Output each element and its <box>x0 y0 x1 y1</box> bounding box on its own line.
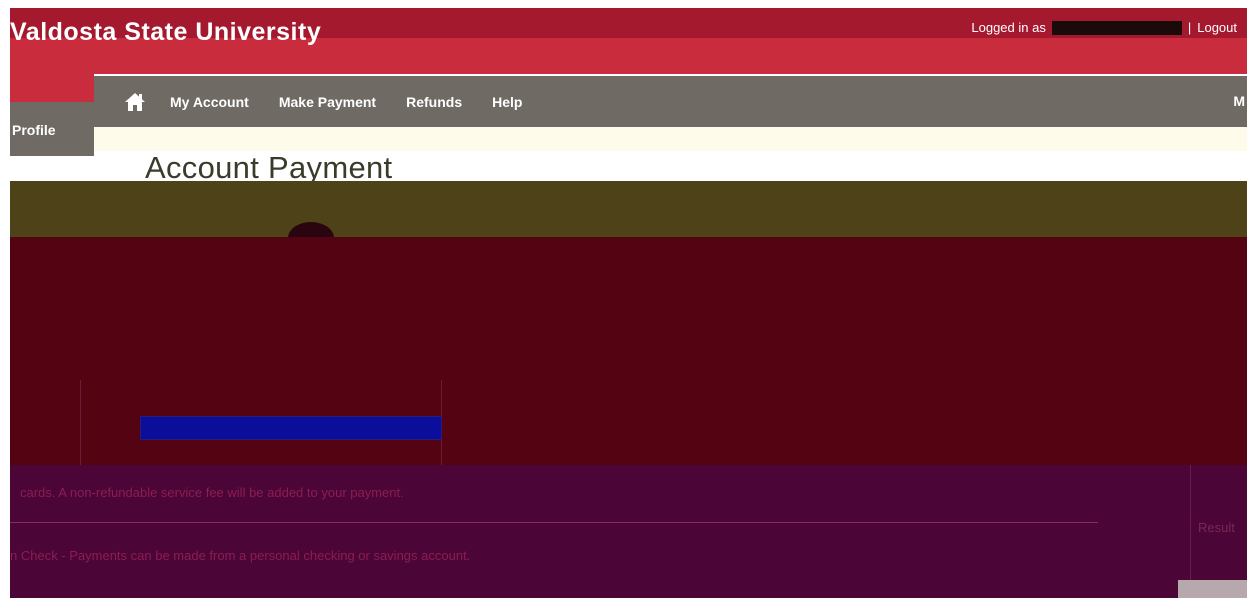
corner-button[interactable] <box>1178 580 1247 598</box>
left-banner-strip <box>10 74 94 102</box>
redacted-username <box>1051 20 1182 35</box>
card-fee-notice: cards. A non-refundable service fee will… <box>20 485 404 500</box>
site-title: Valdosta State University <box>10 18 322 46</box>
content-background-strip <box>94 127 1247 151</box>
main-nav: My Account Make Payment Refunds Help M <box>94 76 1247 127</box>
right-panel-note: Result <box>1198 520 1235 535</box>
login-area: Logged in as | Logout <box>971 20 1237 35</box>
section-divider <box>10 522 1098 523</box>
nav-refunds[interactable]: Refunds <box>406 94 462 110</box>
payment-method-select[interactable] <box>140 416 442 440</box>
profile-tab[interactable]: Profile <box>10 102 94 156</box>
logged-in-label: Logged in as <box>971 20 1046 35</box>
olive-block <box>10 181 1247 239</box>
header-separator: | <box>1187 20 1192 35</box>
nav-help[interactable]: Help <box>492 94 522 110</box>
nav-my-account[interactable]: My Account <box>170 94 249 110</box>
right-panel-border <box>1190 465 1191 598</box>
nav-right-item[interactable]: M <box>1233 93 1245 109</box>
echeck-notice: n Check - Payments can be made from a pe… <box>10 548 471 563</box>
nav-make-payment[interactable]: Make Payment <box>279 94 376 110</box>
home-icon[interactable] <box>124 92 146 112</box>
logout-link[interactable]: Logout <box>1197 20 1237 35</box>
